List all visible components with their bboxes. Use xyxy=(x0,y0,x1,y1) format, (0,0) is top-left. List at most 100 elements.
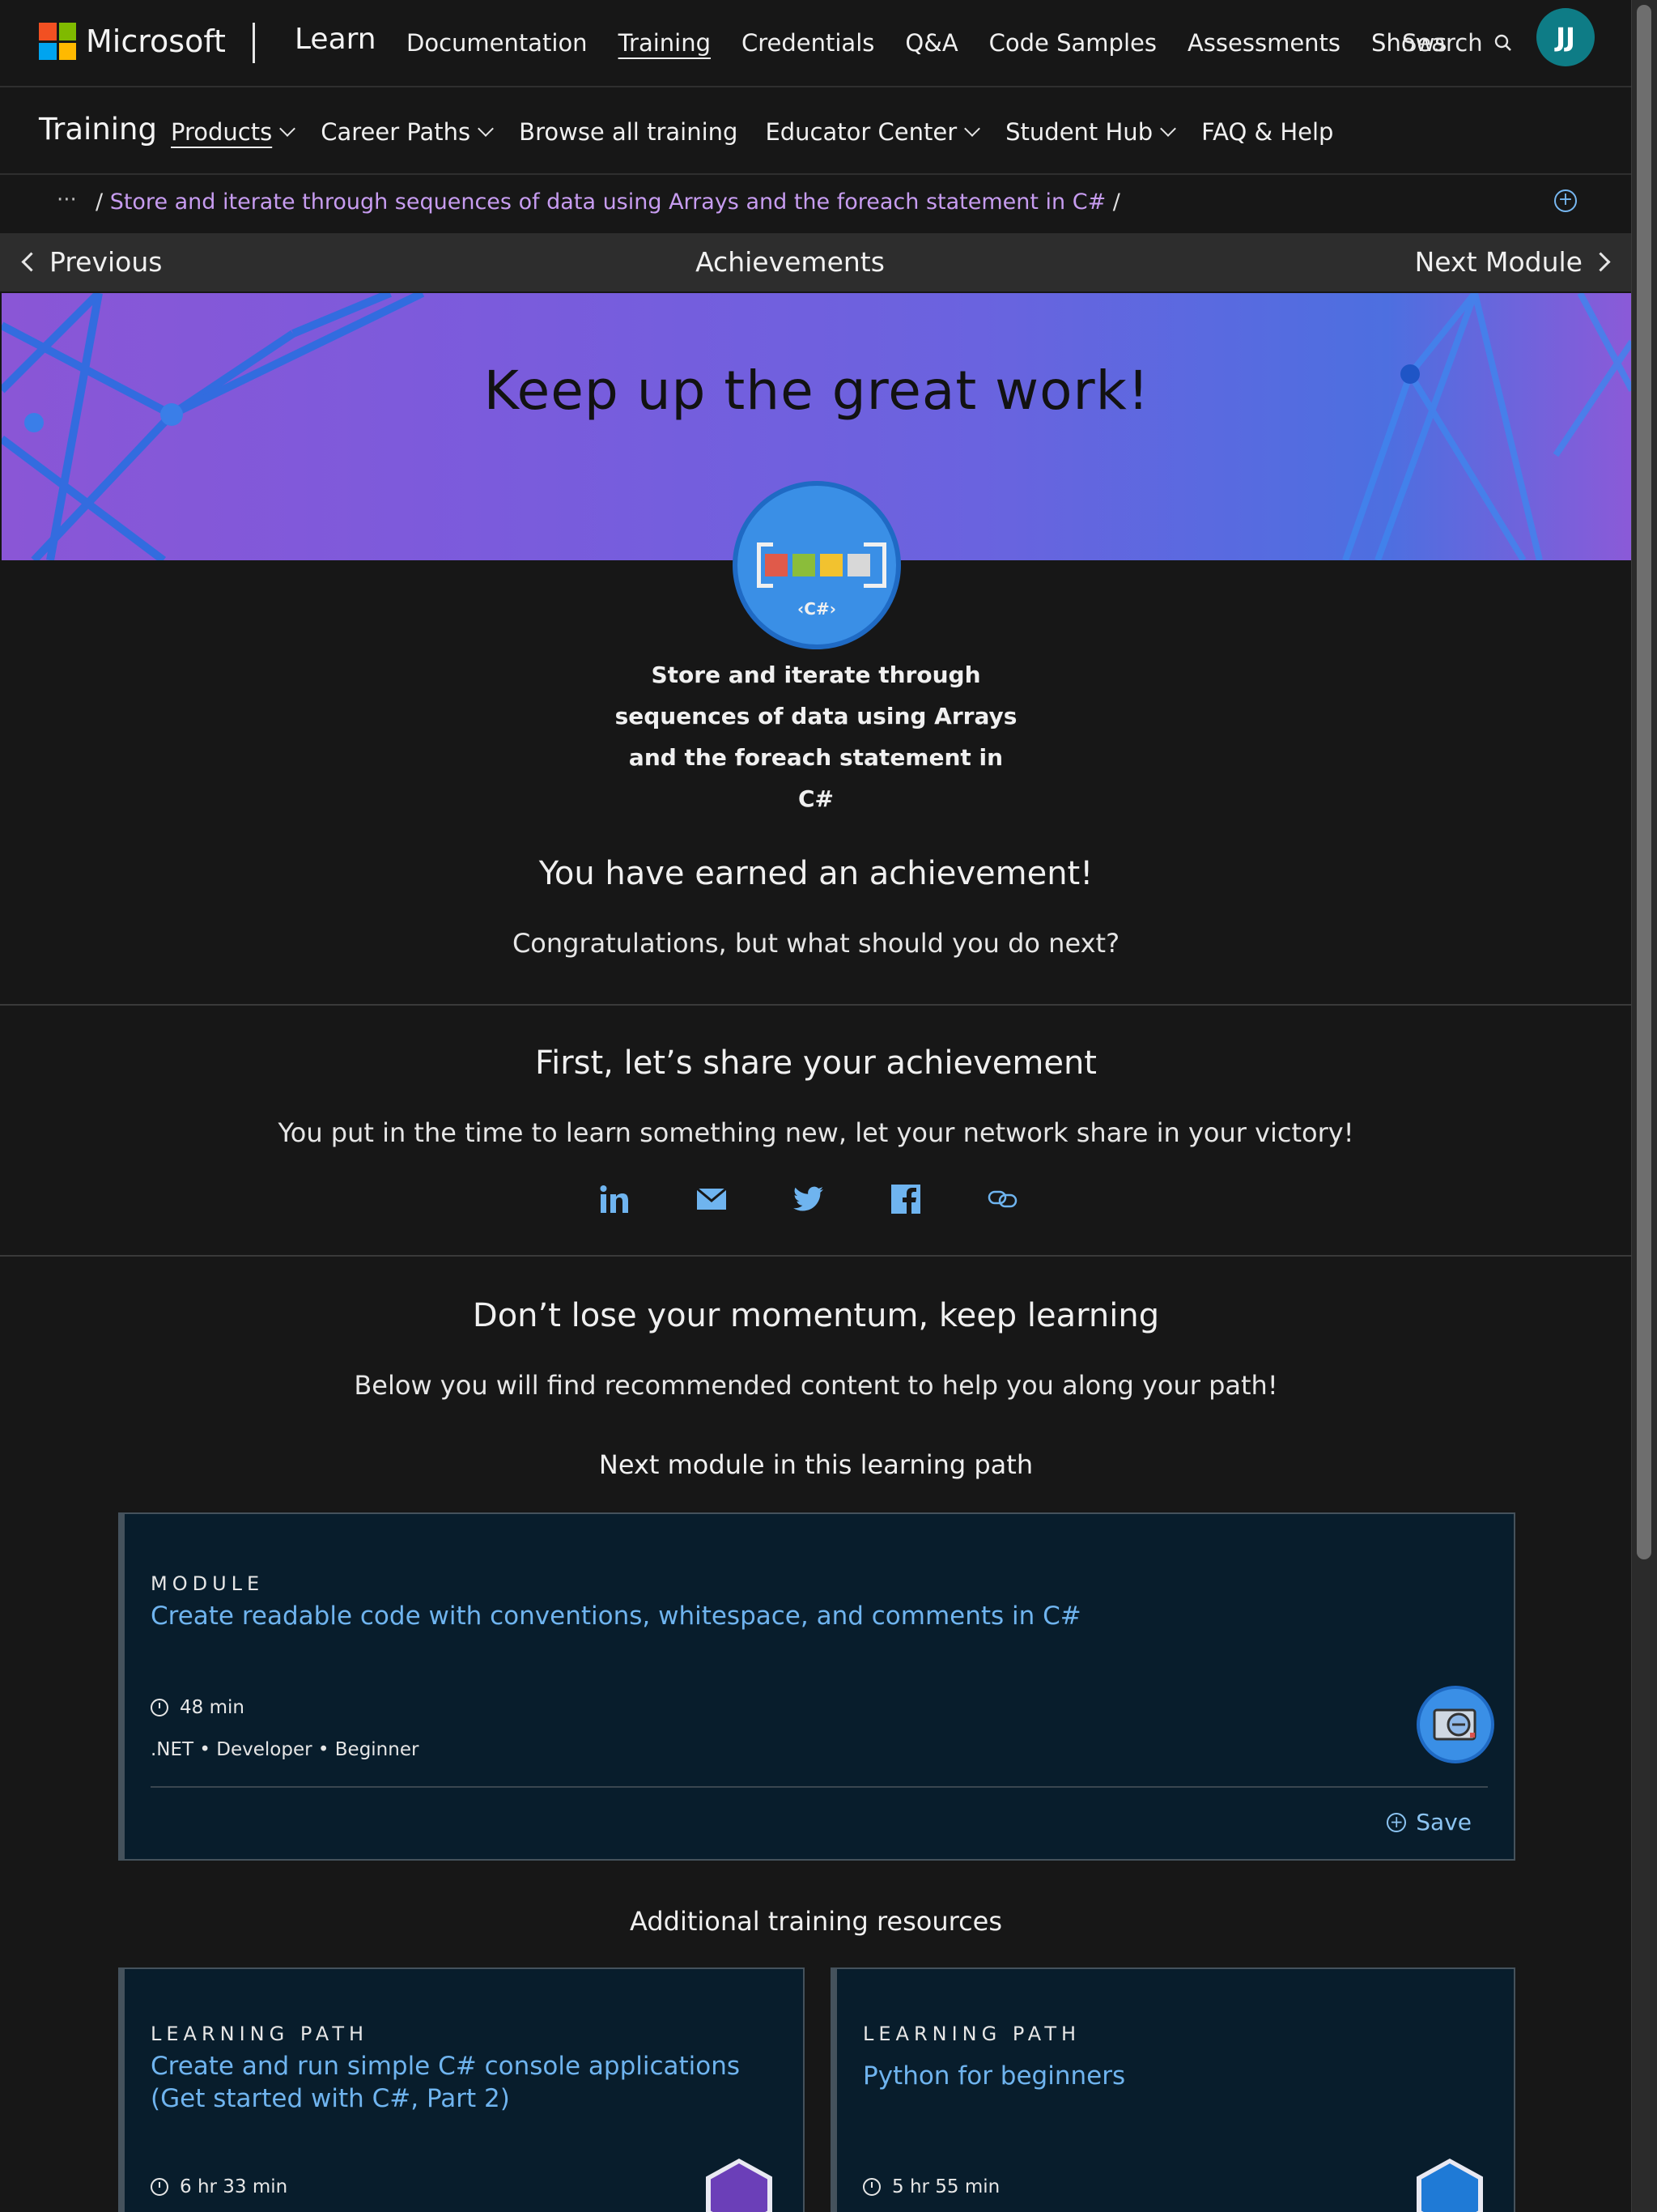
linkedin-icon[interactable] xyxy=(599,1184,630,1214)
module-icon xyxy=(1417,1686,1494,1763)
card-duration: 48 min xyxy=(151,1697,244,1718)
top-nav: Documentation Training Credentials Q&A C… xyxy=(406,29,1447,57)
card-duration-text: 48 min xyxy=(180,1697,244,1718)
current-unit-title: Achievements xyxy=(695,246,885,278)
next-module-button[interactable]: Next Module xyxy=(1414,246,1611,278)
breadcrumb-more-button[interactable]: ··· xyxy=(57,188,77,212)
breadcrumb-module-link[interactable]: Store and iterate through sequences of d… xyxy=(110,189,1107,215)
learning-path-card: LEARNING PATH Python for beginners 5 hr … xyxy=(831,1967,1515,2212)
learn-home-link[interactable]: Learn xyxy=(295,23,376,56)
training-bar: Training Products Career Paths Browse al… xyxy=(0,87,1632,175)
search-icon xyxy=(1494,34,1511,51)
module-title-line: sequences of data using Arrays xyxy=(614,703,1018,730)
csharp-path-icon xyxy=(706,2159,772,2212)
subnav-career-paths-label: Career Paths xyxy=(321,118,471,146)
section-divider xyxy=(0,1255,1632,1257)
card-tags: .NET • Developer • Beginner xyxy=(151,1739,419,1760)
site-header: Microsoft Learn Documentation Training C… xyxy=(0,0,1632,87)
subnav-educator-center[interactable]: Educator Center xyxy=(765,118,981,146)
chevron-down-icon xyxy=(964,121,981,137)
card-kind: MODULE xyxy=(151,1572,265,1595)
search-label: Search xyxy=(1402,29,1483,57)
facebook-icon[interactable] xyxy=(890,1184,921,1214)
user-avatar[interactable]: JJ xyxy=(1536,8,1595,66)
keep-learning-subtext: Below you will find recommended content … xyxy=(354,1370,1278,1401)
card-duration-text: 5 hr 55 min xyxy=(892,2176,1001,2197)
header-divider xyxy=(253,23,255,63)
card-duration: 6 hr 33 min xyxy=(151,2176,287,2197)
save-button[interactable]: + Save xyxy=(1387,1809,1472,1836)
nav-assessments[interactable]: Assessments xyxy=(1188,29,1340,57)
link-icon[interactable] xyxy=(988,1184,1018,1214)
clock-icon xyxy=(863,2178,881,2196)
nav-documentation[interactable]: Documentation xyxy=(406,29,588,57)
python-path-icon xyxy=(1417,2159,1483,2212)
module-title-line: and the foreach statement in xyxy=(628,744,1004,771)
microsoft-logo-icon xyxy=(39,23,76,60)
training-subnav: Products Career Paths Browse all trainin… xyxy=(171,118,1333,146)
card-kind: LEARNING PATH xyxy=(863,2023,1081,2045)
subnav-student-hub[interactable]: Student Hub xyxy=(1005,118,1177,146)
nav-credentials[interactable]: Credentials xyxy=(741,29,874,57)
share-buttons xyxy=(599,1184,1018,1214)
breadcrumb: ··· / Store and iterate through sequence… xyxy=(0,175,1632,232)
chevron-down-icon xyxy=(279,121,296,137)
module-title-line: C# xyxy=(797,785,834,812)
card-title-link[interactable]: Python for beginners xyxy=(863,2060,1125,2092)
search-button[interactable]: Search xyxy=(1402,29,1512,57)
clock-icon xyxy=(151,2178,168,2196)
subnav-career-paths[interactable]: Career Paths xyxy=(321,118,495,146)
section-divider xyxy=(0,1004,1632,1006)
module-title-line: Store and iterate through xyxy=(651,661,981,688)
clock-icon xyxy=(151,1699,168,1716)
chevron-right-icon xyxy=(1591,252,1611,272)
training-title[interactable]: Training xyxy=(39,112,157,147)
add-collection-icon[interactable]: + xyxy=(1554,189,1577,212)
twitter-icon[interactable] xyxy=(793,1184,824,1214)
page: Microsoft Learn Documentation Training C… xyxy=(0,0,1632,2212)
subnav-student-hub-label: Student Hub xyxy=(1005,118,1154,146)
microsoft-logo[interactable]: Microsoft xyxy=(39,23,226,60)
subnav-browse-all-label: Browse all training xyxy=(519,118,738,146)
array-cell-red xyxy=(765,554,788,576)
achievement-heading: You have earned an achievement! xyxy=(538,855,1094,892)
additional-resources-heading: Additional training resources xyxy=(629,1906,1003,1937)
chevron-down-icon xyxy=(1160,121,1177,137)
learning-path-card: LEARNING PATH Create and run simple C# c… xyxy=(118,1967,805,2212)
next-module-heading: Next module in this learning path xyxy=(598,1449,1034,1480)
email-icon[interactable] xyxy=(696,1184,727,1214)
unit-pager: Previous Achievements Next Module xyxy=(0,233,1632,291)
card-duration: 5 hr 55 min xyxy=(863,2176,1000,2197)
subnav-products[interactable]: Products xyxy=(171,118,296,146)
card-title-link[interactable]: Create and run simple C# console applica… xyxy=(151,2050,782,2115)
subnav-educator-center-label: Educator Center xyxy=(765,118,958,146)
share-subtext: You put in the time to learn something n… xyxy=(278,1117,1354,1148)
array-cell-yellow xyxy=(820,554,843,576)
add-icon: + xyxy=(1387,1812,1407,1832)
share-heading: First, let’s share your achievement xyxy=(534,1044,1097,1082)
subnav-products-label: Products xyxy=(171,118,273,146)
nav-training[interactable]: Training xyxy=(618,29,711,57)
card-title-link[interactable]: Create readable code with conventions, w… xyxy=(151,1600,1081,1632)
csharp-badge-label: ‹C#› xyxy=(797,599,836,619)
card-duration-text: 6 hr 33 min xyxy=(180,2176,288,2197)
keep-learning-heading: Don’t lose your momentum, keep learning xyxy=(472,1297,1160,1334)
array-cell-green xyxy=(792,554,815,576)
next-module-card: MODULE Create readable code with convent… xyxy=(118,1512,1515,1861)
subnav-faq-help[interactable]: FAQ & Help xyxy=(1201,118,1333,146)
array-cell-gray xyxy=(848,554,870,576)
next-module-label: Next Module xyxy=(1414,246,1583,278)
scrollbar[interactable] xyxy=(1631,0,1657,2212)
scrollbar-thumb[interactable] xyxy=(1637,5,1651,1559)
hero-heading: Keep up the great work! xyxy=(483,359,1150,422)
module-badge: ‹C#› xyxy=(733,481,901,649)
nav-qa[interactable]: Q&A xyxy=(905,29,958,57)
subnav-browse-all[interactable]: Browse all training xyxy=(519,118,737,146)
subnav-faq-help-label: FAQ & Help xyxy=(1201,118,1334,146)
card-separator xyxy=(151,1786,1488,1788)
chevron-down-icon xyxy=(478,121,495,137)
nav-code-samples[interactable]: Code Samples xyxy=(989,29,1157,57)
module-title: Store and iterate through sequences of d… xyxy=(0,654,1632,819)
save-label: Save xyxy=(1416,1809,1472,1836)
brand-name: Microsoft xyxy=(86,23,226,59)
